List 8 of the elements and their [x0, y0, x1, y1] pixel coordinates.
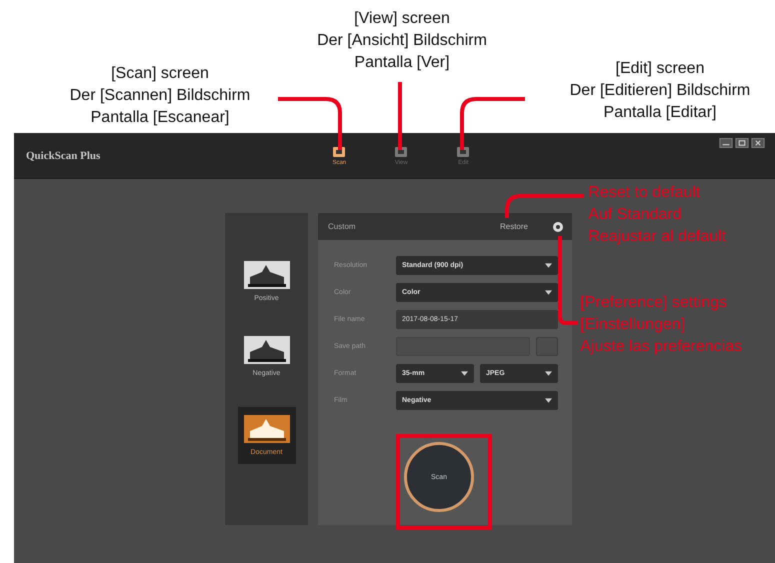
app-title: QuickScan Plus — [26, 150, 100, 162]
callout-text: [Scan] screen Der [Scannen] Bildschirm Pantalla [Escanear] — [68, 64, 252, 128]
callout-text: [View] screen Der [Ansicht] Bildschirm Pantalla [Ver] — [316, 9, 488, 73]
restore-button[interactable]: Restore — [498, 220, 530, 233]
callout-text: Reset to default Auf Standard Reajustar al default — [588, 183, 726, 247]
callout-text: [Preference] settings [Einstellungen] Ajuste las preferencias — [580, 293, 742, 357]
callout-text: [Edit] screen Der [Editieren] Bildschirm Pantalla [Editar] — [568, 59, 752, 123]
preset-name: Custom — [328, 222, 357, 231]
